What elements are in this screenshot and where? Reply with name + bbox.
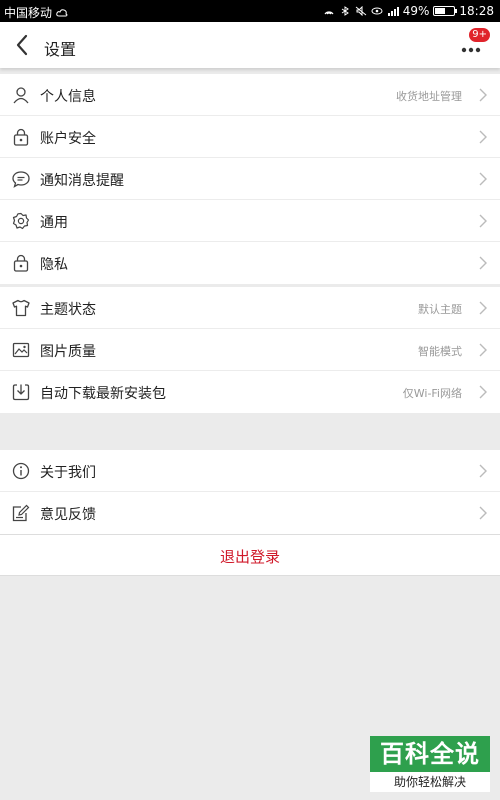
edit-icon xyxy=(12,504,30,522)
row-value: 智能模式 xyxy=(418,345,462,358)
row-value: 默认主题 xyxy=(418,303,462,316)
back-arrow-icon[interactable] xyxy=(10,32,36,58)
download-icon xyxy=(12,384,30,401)
eye-icon xyxy=(371,7,383,15)
watermark-subtitle: 助你轻松解决 xyxy=(370,772,490,792)
row-value: 仅Wi-Fi网络 xyxy=(402,387,462,400)
row-account-security[interactable]: 账户安全 xyxy=(0,116,500,158)
chevron-right-icon xyxy=(479,172,487,186)
chevron-right-icon xyxy=(479,130,487,144)
page-title: 设置 xyxy=(44,40,77,59)
logout-button[interactable]: 退出登录 xyxy=(0,534,500,576)
image-icon xyxy=(12,342,30,358)
row-label: 个人信息 xyxy=(40,89,96,105)
chevron-right-icon xyxy=(479,301,487,315)
chevron-right-icon xyxy=(479,464,487,478)
carrier-name: 中国移动 xyxy=(4,6,53,20)
hotspot-icon xyxy=(324,11,334,15)
lock-icon xyxy=(13,128,29,146)
row-label: 通用 xyxy=(40,215,68,231)
row-label: 主题状态 xyxy=(40,302,96,318)
notification-badge: 9+ xyxy=(469,28,490,42)
row-label: 关于我们 xyxy=(40,465,96,481)
row-personal-info[interactable]: 个人信息 收货地址管理 xyxy=(0,74,500,116)
battery-percent: 49% xyxy=(402,4,430,18)
signal-icon xyxy=(387,7,399,16)
bluetooth-icon xyxy=(341,6,349,16)
settings-group-display: 主题状态 默认主题 图片质量 智能模式 自动下载最新安装包 仅Wi-Fi网络 xyxy=(0,287,500,413)
battery-icon xyxy=(433,6,458,16)
row-auto-download[interactable]: 自动下载最新安装包 仅Wi-Fi网络 xyxy=(0,371,500,413)
row-label: 账户安全 xyxy=(40,131,96,147)
shirt-icon xyxy=(12,299,30,317)
watermark-logo: 百科全说 助你轻松解决 xyxy=(370,736,490,792)
chevron-right-icon xyxy=(479,214,487,228)
row-feedback[interactable]: 意见反馈 xyxy=(0,492,500,534)
row-image-quality[interactable]: 图片质量 智能模式 xyxy=(0,329,500,371)
row-about-us[interactable]: 关于我们 xyxy=(0,450,500,492)
app-bar: 设置 9+ xyxy=(0,22,500,68)
settings-group-account: 个人信息 收货地址管理 账户安全 通知消息提醒 通用 隐私 xyxy=(0,74,500,284)
row-value: 收货地址管理 xyxy=(396,90,462,103)
chat-bubble-icon xyxy=(12,171,30,188)
cloud-icon xyxy=(56,8,68,16)
row-general[interactable]: 通用 xyxy=(0,200,500,242)
row-notifications[interactable]: 通知消息提醒 xyxy=(0,158,500,200)
row-label: 通知消息提醒 xyxy=(40,173,124,189)
settings-group-about: 关于我们 意见反馈 xyxy=(0,450,500,534)
row-label: 图片质量 xyxy=(40,344,96,360)
row-label: 自动下载最新安装包 xyxy=(40,386,166,402)
clock: 18:28 xyxy=(459,4,494,18)
person-icon xyxy=(13,87,29,104)
chevron-right-icon xyxy=(479,256,487,270)
status-bar: 中国移动 49% 18:28 xyxy=(0,0,500,22)
info-icon xyxy=(12,462,30,480)
chevron-right-icon xyxy=(479,343,487,357)
logout-label: 退出登录 xyxy=(219,548,280,566)
chevron-right-icon xyxy=(479,385,487,399)
chevron-right-icon xyxy=(479,88,487,102)
row-label: 隐私 xyxy=(40,257,68,273)
mute-icon xyxy=(355,6,367,16)
row-label: 意见反馈 xyxy=(40,507,96,523)
row-privacy[interactable]: 隐私 xyxy=(0,242,500,284)
gear-icon xyxy=(12,212,30,230)
row-theme[interactable]: 主题状态 默认主题 xyxy=(0,287,500,329)
chevron-right-icon xyxy=(479,506,487,520)
lock-icon xyxy=(13,254,29,272)
more-button[interactable]: 9+ xyxy=(456,28,490,58)
watermark-title: 百科全说 xyxy=(370,736,490,772)
